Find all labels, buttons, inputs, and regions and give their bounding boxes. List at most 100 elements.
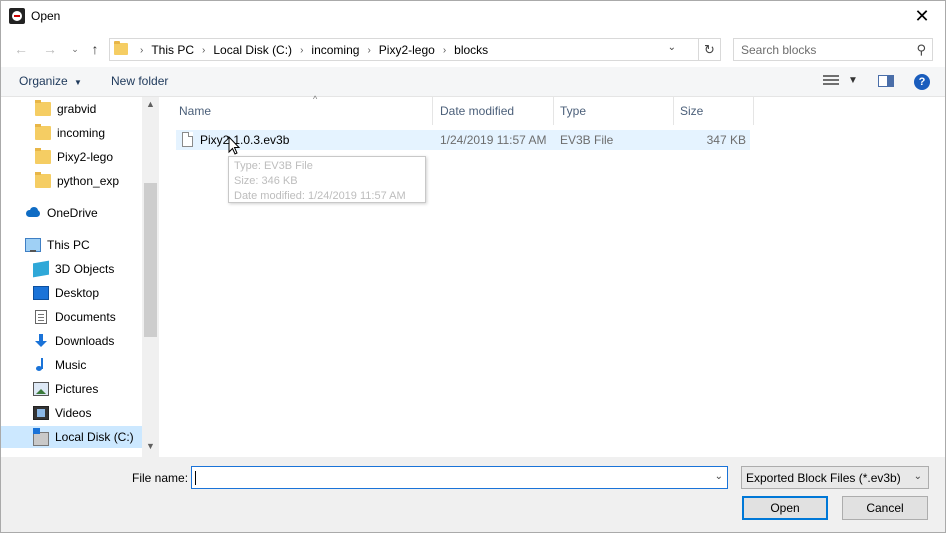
view-menu-button[interactable]: ▼ (848, 75, 858, 86)
nav-item-grabvid[interactable]: grabvid (1, 98, 142, 120)
nav-item-python-exp[interactable]: python_exp (1, 170, 142, 192)
preview-pane-icon[interactable] (878, 75, 894, 87)
file-type-filter[interactable]: Exported Block Files (*.ev3b) ⌄ (741, 466, 929, 489)
nav-item-label: Local Disk (C:) (55, 430, 134, 444)
search-input[interactable] (734, 39, 904, 60)
navigation-bar: ← → ⌄ ↑ › This PC › Local Disk (C:) › in… (1, 34, 945, 64)
file-type-filter-value: Exported Block Files (*.ev3b) (746, 471, 901, 485)
downloads-icon (33, 334, 49, 348)
videos-icon (33, 406, 49, 420)
help-icon[interactable]: ? (914, 74, 930, 90)
app-icon (9, 8, 25, 24)
nav-item-label: Desktop (55, 286, 100, 300)
chevron-right-icon[interactable]: › (367, 45, 370, 56)
column-header-label: Name (179, 104, 212, 118)
close-button[interactable]: ✕ (899, 1, 945, 32)
nav-item-pictures[interactable]: Pictures (1, 378, 142, 400)
nav-item-label: 3D Objects (55, 262, 115, 276)
refresh-icon: ↻ (704, 41, 715, 57)
file-list: Name ^ Date modified Type Size Pixy2-1.0… (159, 94, 945, 457)
refresh-button[interactable]: ↻ (699, 38, 721, 61)
breadcrumb-pixy2-lego[interactable]: Pixy2-lego (379, 43, 435, 57)
details-view-icon[interactable] (823, 75, 839, 87)
nav-item-label: OneDrive (47, 206, 98, 220)
nav-item-incoming[interactable]: incoming (1, 122, 142, 144)
column-header-type[interactable]: Type (554, 97, 674, 125)
breadcrumb-blocks[interactable]: blocks (454, 43, 488, 57)
up-button[interactable]: ↑ (85, 39, 105, 59)
tooltip-type: Type: EV3B File (234, 160, 313, 172)
desktop-icon (33, 286, 49, 300)
nav-scrollbar[interactable]: ▲ ▼ (142, 97, 159, 457)
chevron-right-icon[interactable]: › (443, 45, 446, 56)
nav-item-documents[interactable]: Documents (1, 306, 142, 328)
nav-item-videos[interactable]: Videos (1, 402, 142, 424)
folder-icon (35, 172, 51, 188)
folder-icon (35, 124, 51, 140)
arrow-left-icon: ← (14, 41, 28, 57)
nav-item-onedrive[interactable]: OneDrive (1, 202, 142, 224)
title-bar: Open ✕ (1, 1, 945, 32)
breadcrumb-incoming[interactable]: incoming (311, 43, 359, 57)
open-button[interactable]: Open (742, 496, 828, 520)
tooltip-size: Size: 346 KB (234, 175, 298, 187)
file-name-combo: ⌄ (191, 466, 728, 489)
forward-button[interactable]: → (40, 39, 60, 59)
address-bar[interactable]: › This PC › Local Disk (C:) › incoming ›… (109, 38, 699, 61)
pictures-icon (33, 382, 49, 396)
organize-button[interactable]: Organize ▼ (19, 74, 82, 88)
nav-item-label: Documents (55, 310, 116, 324)
nav-item-label: incoming (57, 126, 106, 140)
search-box: ⚲ (733, 38, 933, 61)
open-dialog: Open ✕ ← → ⌄ ↑ › This PC › Local Disk (C… (0, 0, 946, 533)
nav-item-pixy2-lego[interactable]: Pixy2-lego (1, 146, 142, 168)
chevron-down-icon[interactable]: ⌄ (715, 471, 723, 482)
search-icon[interactable]: ⚲ (916, 42, 926, 58)
file-date: 1/24/2019 11:57 AM (440, 133, 547, 147)
breadcrumb-this-pc[interactable]: This PC (151, 43, 194, 57)
address-dropdown-icon[interactable]: ⌄ (668, 42, 676, 53)
nav-item-this-pc[interactable]: This PC (1, 234, 142, 256)
nav-item-desktop[interactable]: Desktop (1, 282, 142, 304)
nav-item-label: This PC (47, 238, 90, 252)
chevron-right-icon[interactable]: › (202, 45, 205, 56)
arrow-right-icon: → (43, 41, 57, 57)
folder-icon (114, 41, 128, 55)
nav-item-label: Videos (55, 406, 92, 420)
file-tooltip: Type: EV3B File Size: 346 KB Date modifi… (228, 156, 426, 203)
chevron-down-icon: ⌄ (913, 471, 922, 482)
documents-icon (35, 310, 47, 324)
chevron-down-icon: ⌄ (71, 43, 79, 54)
column-header-size[interactable]: Size (674, 97, 754, 125)
nav-item-3d-objects[interactable]: 3D Objects (1, 258, 142, 280)
new-folder-button[interactable]: New folder (111, 74, 168, 88)
file-name: Pixy2-1.0.3.ev3b (200, 133, 290, 147)
scroll-thumb[interactable] (144, 183, 157, 337)
file-icon (182, 132, 193, 147)
nav-item-local-disk[interactable]: Local Disk (C:) (1, 426, 142, 448)
file-name-label: File name: (132, 471, 189, 485)
column-header-name[interactable]: Name ^ (173, 94, 433, 125)
3d-objects-icon (33, 260, 49, 278)
table-row[interactable]: Pixy2-1.0.3.ev3b 1/24/2019 11:57 AM EV3B… (176, 130, 750, 150)
scroll-up-icon[interactable]: ▲ (142, 99, 159, 113)
nav-item-label: Pictures (55, 382, 99, 396)
column-header-date[interactable]: Date modified (434, 97, 554, 125)
chevron-right-icon[interactable]: › (300, 45, 303, 56)
tooltip-date: Date modified: 1/24/2019 11:57 AM (234, 190, 406, 202)
nav-item-downloads[interactable]: Downloads (1, 330, 142, 352)
breadcrumb-local-disk[interactable]: Local Disk (C:) (213, 43, 292, 57)
window-title: Open (31, 9, 61, 23)
cancel-button[interactable]: Cancel (842, 496, 928, 520)
dialog-footer: File name: ⌄ Exported Block Files (*.ev3… (1, 457, 945, 532)
this-pc-icon (25, 238, 41, 252)
breadcrumb: › This PC › Local Disk (C:) › incoming ›… (132, 43, 488, 57)
folder-icon (35, 100, 51, 116)
folder-icon (35, 148, 51, 164)
nav-item-music[interactable]: Music (1, 354, 142, 376)
back-button[interactable]: ← (11, 39, 31, 59)
file-name-input[interactable] (192, 467, 702, 488)
organize-label: Organize (19, 74, 68, 88)
recent-locations-button[interactable]: ⌄ (65, 39, 85, 59)
scroll-down-icon[interactable]: ▼ (142, 441, 159, 455)
